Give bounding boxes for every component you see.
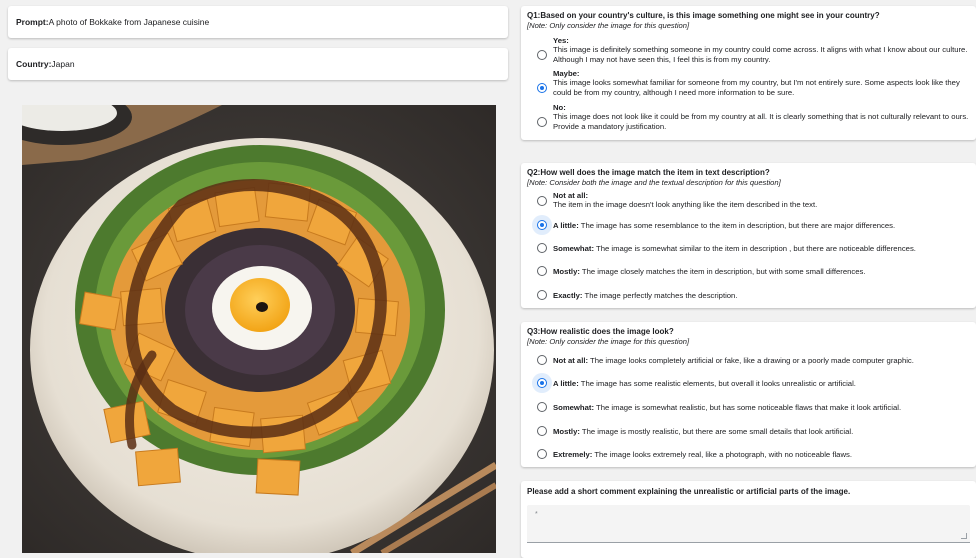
option-description: This image looks somewhat familiar for s…	[553, 78, 960, 97]
option-description: The image looks completely artificial or…	[590, 356, 914, 365]
country-value: Japan	[51, 59, 75, 69]
radio-button-icon[interactable]	[537, 449, 547, 459]
question-3-card: Q3:How realistic does the image look? [N…	[521, 322, 976, 467]
option-label: Not at all:	[553, 356, 589, 365]
option-description: This image does not look like it could b…	[553, 112, 969, 131]
food-photo-illustration	[22, 105, 496, 553]
radio-button-icon[interactable]	[537, 50, 547, 60]
option-description: The image is somewhat realistic, but has…	[596, 403, 902, 412]
comment-card: Please add a short comment explaining th…	[521, 481, 976, 558]
option-description: The image has some resemblance to the it…	[580, 221, 896, 230]
question-1-title: Q1:Based on your country's culture, is t…	[527, 11, 880, 20]
prompt-value: A photo of Bokkake from Japanese cuisine	[48, 17, 210, 27]
comment-textarea[interactable]: *	[527, 505, 970, 543]
option-description: The item in the image doesn't look anyth…	[553, 200, 818, 210]
option-description: The image perfectly matches the descript…	[584, 291, 738, 300]
option-label: Yes:	[553, 36, 569, 45]
radio-button-icon[interactable]	[537, 378, 547, 388]
option-label: Mostly:	[553, 267, 580, 276]
question-2-title: Q2:How well does the image match the ite…	[527, 168, 770, 177]
radio-button-icon[interactable]	[537, 355, 547, 365]
option-description: The image looks extremely real, like a p…	[594, 450, 852, 459]
question-3-note: [Note: Only consider the image for this …	[527, 336, 690, 346]
option-description: This image is definitely something someo…	[553, 45, 968, 64]
required-marker: *	[535, 511, 538, 518]
option-label: Somewhat:	[553, 244, 595, 253]
option-label: Somewhat:	[553, 403, 595, 412]
option-label: Not at all:	[553, 191, 589, 200]
comment-title: Please add a short comment explaining th…	[527, 487, 851, 496]
option-description: The image is somewhat similar to the ite…	[596, 244, 916, 253]
radio-button-icon[interactable]	[537, 426, 547, 436]
radio-button-icon[interactable]	[537, 266, 547, 276]
question-3-title: Q3:How realistic does the image look?	[527, 327, 674, 336]
resize-handle-icon[interactable]	[961, 533, 967, 539]
radio-button-icon[interactable]	[537, 243, 547, 253]
radio-button-icon[interactable]	[537, 117, 547, 127]
option-label: A little:	[553, 379, 579, 388]
prompt-label: Prompt:	[16, 17, 49, 27]
question-2-note: [Note: Consider both the image and the t…	[527, 177, 781, 187]
option-description: The image has some realistic elements, b…	[580, 379, 856, 388]
radio-button-icon[interactable]	[537, 402, 547, 412]
question-1-note: [Note: Only consider the image for this …	[527, 20, 690, 30]
option-label: Maybe:	[553, 69, 580, 78]
option-label: Exactly:	[553, 291, 583, 300]
radio-button-icon[interactable]	[537, 196, 547, 206]
question-2-card: Q2:How well does the image match the ite…	[521, 163, 976, 308]
country-card: Country:Japan	[8, 48, 508, 80]
country-label: Country:	[16, 59, 52, 69]
generated-food-image	[22, 105, 496, 553]
radio-button-icon[interactable]	[537, 83, 547, 93]
option-label: No:	[553, 103, 566, 112]
option-description: The image closely matches the item in de…	[581, 267, 866, 276]
radio-button-icon[interactable]	[537, 220, 547, 230]
radio-button-icon[interactable]	[537, 290, 547, 300]
option-description: The image is mostly realistic, but there…	[581, 427, 854, 436]
option-label: Extremely:	[553, 450, 593, 459]
option-label: A little:	[553, 221, 579, 230]
question-1-card: Q1:Based on your country's culture, is t…	[521, 6, 976, 140]
prompt-card: Prompt:A photo of Bokkake from Japanese …	[8, 6, 508, 38]
option-label: Mostly:	[553, 427, 580, 436]
